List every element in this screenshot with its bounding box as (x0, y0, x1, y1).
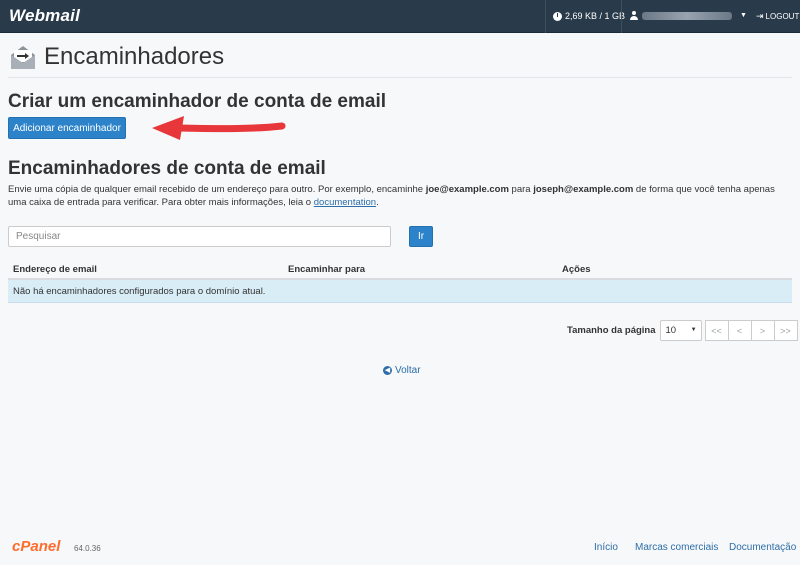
annotation-arrow (152, 116, 286, 140)
chevron-down-icon: ▼ (740, 12, 747, 19)
page-size-label: Tamanho da página (567, 325, 656, 336)
documentation-link[interactable]: documentation (314, 197, 376, 208)
back-link-label: Voltar (395, 365, 421, 376)
table-header: Endereço de email Encaminhar para Ações (8, 259, 792, 280)
forwarder-envelope-icon (11, 46, 35, 69)
divider (545, 0, 546, 33)
description-text: Envie uma cópia de qualquer email recebi… (8, 184, 775, 208)
column-header-forward-to[interactable]: Encaminhar para (288, 264, 365, 275)
create-forwarder-heading: Criar um encaminhador de conta de email (8, 91, 386, 112)
search-input[interactable] (8, 226, 391, 247)
top-navigation-bar: Webmail 2,69 KB / 1 GB ▼ ⇥ LOGOUT (0, 0, 800, 33)
empty-table-message: Não há encaminhadores configurados para … (8, 280, 792, 303)
logout-button[interactable]: ⇥ LOGOUT (756, 11, 799, 22)
chevron-down-icon: ▼ (690, 327, 697, 333)
first-page-button[interactable]: << (704, 320, 729, 341)
forwarders-table: Endereço de email Encaminhar para Ações … (8, 259, 792, 303)
next-page-button[interactable]: > (750, 320, 775, 341)
page-size-value: 10 (665, 325, 677, 336)
add-forwarder-button[interactable]: Adicionar encaminhador (8, 117, 126, 139)
column-header-email-address[interactable]: Endereço de email (13, 264, 97, 275)
search-go-button[interactable]: Ir (409, 226, 433, 247)
version-text: 64.0.36 (74, 544, 101, 553)
cpanel-logo: cPanel (12, 538, 61, 555)
forwarders-list-heading: Encaminhadores de conta de email (8, 158, 326, 179)
back-link[interactable]: ◀ Voltar (383, 365, 421, 376)
page-title: Encaminhadores (44, 43, 225, 70)
clock-icon (553, 11, 562, 21)
footer-link-documentation[interactable]: Documentação (729, 542, 796, 553)
user-menu[interactable]: ▼ (630, 11, 747, 20)
divider (8, 77, 792, 78)
user-icon (630, 11, 638, 20)
divider (621, 0, 622, 33)
previous-page-button[interactable]: < (727, 320, 752, 341)
logout-label: LOGOUT (765, 12, 800, 21)
logout-icon: ⇥ (756, 11, 764, 21)
last-page-button[interactable]: >> (773, 320, 798, 341)
page-size-select[interactable]: 10 ▼ (659, 320, 702, 341)
arrow-left-icon: ◀ (383, 366, 392, 375)
footer-link-home[interactable]: Início (594, 542, 618, 553)
username-redacted (642, 11, 732, 20)
quota-display: 2,69 KB / 1 GB (553, 11, 625, 21)
pagination-controls: Tamanho da página 10 ▼ << < > >> (567, 320, 798, 341)
footer-link-trademarks[interactable]: Marcas comerciais (635, 542, 718, 553)
quota-text: 2,69 KB / 1 GB (565, 11, 626, 21)
webmail-logo[interactable]: Webmail (9, 6, 80, 26)
column-header-actions: Ações (562, 264, 591, 275)
